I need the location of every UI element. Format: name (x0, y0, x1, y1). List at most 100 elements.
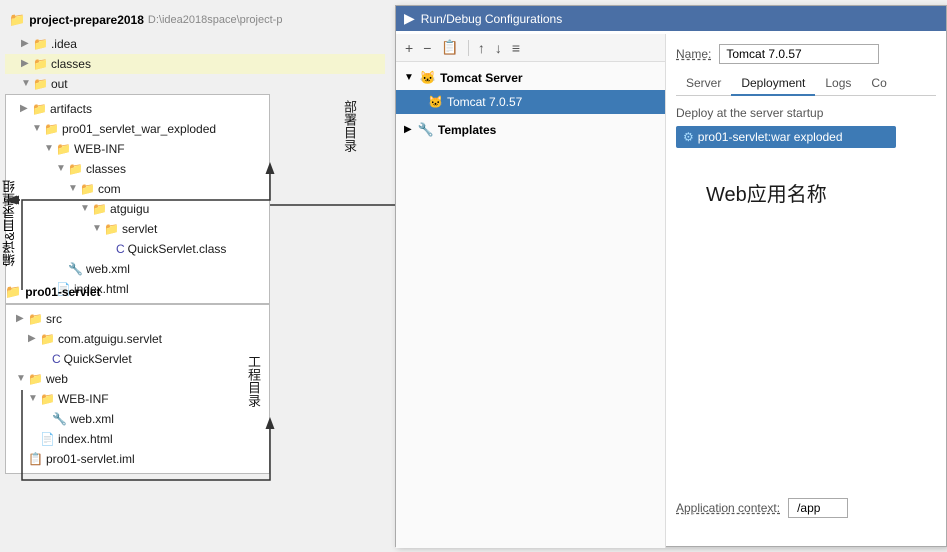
list-item[interactable]: ▶ 📁 classes (5, 54, 385, 74)
tree-label: com.atguigu.servlet (58, 330, 162, 348)
folder-icon: 📁 (104, 220, 119, 238)
folder-icon: 📁 (40, 330, 55, 348)
folder-icon: 📁 (68, 160, 83, 178)
html-icon: 📄 (40, 430, 55, 448)
copy-button[interactable]: 📋 (438, 38, 461, 57)
tomcat-server-label: Tomcat Server (440, 69, 522, 87)
list-item[interactable]: ▼ 📁 WEB-INF (12, 389, 263, 409)
tree-label: src (46, 310, 62, 328)
list-item[interactable]: ▶ 📁 com.atguigu.servlet (12, 329, 263, 349)
app-context-label: Application context: (676, 501, 780, 515)
list-item[interactable]: ▼ 📁 pro01_servlet_war_exploded (12, 119, 263, 139)
list-item[interactable]: ▼ 📁 out (5, 74, 385, 94)
project2-box: ▶ 📁 src ▶ 📁 com.atguigu.servlet C QuickS… (5, 304, 270, 474)
list-item[interactable]: ▶ 📁 artifacts (12, 99, 263, 119)
config-tree: ▼ 🐱 Tomcat Server 🐱 Tomcat 7.0.57 ▶ 🔧 Te… (396, 62, 665, 146)
tree-label: QuickServlet (64, 350, 132, 368)
tree-label: com (98, 180, 121, 198)
tree-label: WEB-INF (58, 390, 109, 408)
list-item[interactable]: ▼ 📁 atguigu (12, 199, 263, 219)
list-item[interactable]: ▼ 📁 com (12, 179, 263, 199)
add-button[interactable]: + (402, 39, 416, 57)
expand-icon: ▼ (404, 69, 414, 87)
tab-logs[interactable]: Logs (815, 72, 861, 96)
project-path: D:\idea2018space\project-p (148, 14, 283, 26)
remove-button[interactable]: − (420, 39, 434, 57)
tomcat-icon: 🐱 (420, 69, 436, 87)
tree-label: pro01_servlet_war_exploded (62, 120, 216, 138)
moveup-button[interactable]: ↑ (475, 39, 488, 57)
name-label: Name: (676, 47, 711, 61)
app-context-input[interactable] (788, 498, 848, 518)
tomcat-server-group[interactable]: ▼ 🐱 Tomcat Server (396, 66, 665, 90)
folder-icon: 📁 (56, 140, 71, 158)
tree-label: classes (51, 55, 91, 73)
tree-label: .idea (51, 35, 77, 53)
dialog-titlebar: ▶ Run/Debug Configurations (396, 6, 946, 31)
file-tree-top: ▶ 📁 .idea ▶ 📁 classes ▼ 📁 out (5, 34, 385, 94)
tomcat-child-label: Tomcat 7.0.57 (447, 93, 522, 111)
left-panel: 📁 project-prepare2018 D:\idea2018space\p… (0, 0, 390, 552)
folder-icon: 📁 (80, 180, 95, 198)
tree-label: classes (86, 160, 126, 178)
run-debug-dialog: ▶ Run/Debug Configurations + − 📋 ↑ ↓ ≡ ▼… (395, 5, 947, 547)
tree-label: pro01-servlet.iml (46, 450, 135, 468)
folder-icon: 📁 (44, 120, 59, 138)
templates-group[interactable]: ▶ 🔧 Templates (396, 118, 665, 142)
deploy-item-icon: ⚙ (683, 130, 694, 144)
tomcat-7057-item[interactable]: 🐱 Tomcat 7.0.57 (396, 90, 665, 114)
movedown-button[interactable]: ↓ (492, 39, 505, 57)
dialog-left-tree: + − 📋 ↑ ↓ ≡ ▼ 🐱 Tomcat Server 🐱 Tomcat 7… (396, 34, 666, 548)
tabs-row: Server Deployment Logs Co (676, 72, 936, 96)
list-item[interactable]: C QuickServlet.class (12, 239, 263, 259)
tree-label: web (46, 370, 68, 388)
list-item[interactable]: ▼ 📁 servlet (12, 219, 263, 239)
deploy-item[interactable]: ⚙ pro01-servlet:war exploded (676, 126, 896, 148)
folder-icon: 📁 (33, 55, 48, 73)
deploy-dir-annotation: 部署目录 (340, 100, 359, 152)
folder-icon: 📁 (92, 200, 107, 218)
list-item[interactable]: ▼ 📁 classes (12, 159, 263, 179)
templates-icon: 🔧 (418, 121, 434, 139)
folder-icon: 📁 (28, 370, 43, 388)
folder-icon: 📁 (32, 100, 47, 118)
app-context-row: Application context: (676, 498, 848, 518)
tab-code-coverage[interactable]: Co (861, 72, 896, 96)
dialog-toolbar: + − 📋 ↑ ↓ ≡ (396, 34, 665, 62)
expand-icon2: ▶ (404, 121, 412, 139)
deploy-item-label: pro01-servlet:war exploded (698, 130, 843, 144)
folder-icon: 📁 (33, 75, 48, 93)
name-input[interactable] (719, 44, 879, 64)
dialog-icon: ▶ (404, 10, 415, 27)
list-item[interactable]: 🔧 web.xml (12, 259, 263, 279)
tab-deployment[interactable]: Deployment (731, 72, 815, 96)
list-item[interactable]: ▼ 📁 web (12, 369, 263, 389)
tomcat-child-icon: 🐱 (428, 93, 443, 111)
sort-button[interactable]: ≡ (509, 39, 523, 57)
project-header: 📁 project-prepare2018 D:\idea2018space\p… (5, 10, 385, 30)
list-item[interactable]: ▶ 📁 src (12, 309, 263, 329)
project2-name: pro01-servlet (25, 285, 100, 299)
tree-label: artifacts (50, 100, 92, 118)
templates-label: Templates (438, 121, 496, 139)
folder-icon: 📁 (40, 390, 55, 408)
tree-label: web.xml (86, 260, 130, 278)
list-item[interactable]: ▶ 📁 .idea (5, 34, 385, 54)
xml-icon: 🔧 (52, 410, 67, 428)
list-item[interactable]: ▼ 📁 WEB-INF (12, 139, 263, 159)
list-item[interactable]: 🔧 web.xml (12, 409, 263, 429)
tab-server[interactable]: Server (676, 72, 731, 96)
tree-label: servlet (122, 220, 157, 238)
tree-label: web.xml (70, 410, 114, 428)
folder-icon: 📁 (28, 310, 43, 328)
folder-icon: 📁 (33, 35, 48, 53)
project-folder-icon: 📁 (9, 12, 25, 28)
divider (468, 40, 469, 56)
artifacts-box: ▶ 📁 artifacts ▼ 📁 pro01_servlet_war_expl… (5, 94, 270, 304)
iml-icon: 📋 (28, 450, 43, 468)
list-item[interactable]: 📄 index.html (12, 429, 263, 449)
list-item[interactable]: C QuickServlet (12, 349, 263, 369)
project-name: project-prepare2018 (29, 13, 144, 27)
project-dir-annotation: 工程目录 (244, 355, 263, 407)
list-item[interactable]: 📋 pro01-servlet.iml (12, 449, 263, 469)
